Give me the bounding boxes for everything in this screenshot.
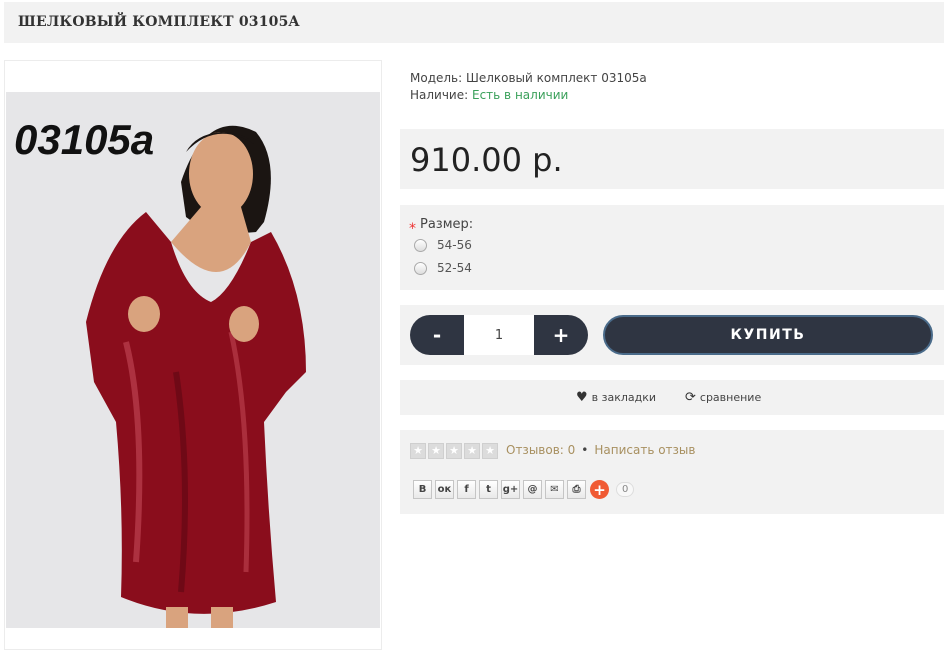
quantity-increase-button[interactable]: + <box>534 315 588 355</box>
model-value: Шелковый комплект 03105а <box>466 71 647 85</box>
star-icon: ★ <box>482 443 498 459</box>
add-share-icon[interactable]: + <box>590 480 609 499</box>
star-icon: ★ <box>410 443 426 459</box>
at-share-icon[interactable]: @ <box>523 480 542 499</box>
heart-icon: ♥ <box>576 390 588 405</box>
vk-share-icon[interactable]: B <box>413 480 432 499</box>
size-radio[interactable] <box>414 261 427 275</box>
wishlist-compare-panel: ♥ в закладки ⟳ сравнение <box>400 380 944 415</box>
size-option-label: 52-54 <box>437 261 472 275</box>
product-price: 910.00 р. <box>410 141 563 179</box>
twitter-share-icon[interactable]: t <box>479 480 498 499</box>
star-icon: ★ <box>446 443 462 459</box>
reviews-count-link[interactable]: Отзывов: 0 <box>506 443 575 457</box>
required-mark: * <box>409 221 416 237</box>
product-photo[interactable]: 03105a <box>6 92 380 628</box>
refresh-icon: ⟳ <box>685 390 696 405</box>
email-share-icon[interactable]: ✉ <box>545 480 564 499</box>
rating-stars: ★ ★ ★ ★ ★ <box>410 443 500 459</box>
stock-label: Наличие: <box>410 88 469 102</box>
size-option-label: 54-56 <box>437 238 472 252</box>
write-review-link[interactable]: Написать отзыв <box>594 443 695 457</box>
add-to-wishlist-link[interactable]: ♥ в закладки <box>576 390 656 405</box>
cart-panel: - + КУПИТЬ <box>400 305 944 365</box>
size-options: * Размер: 54-56 52-54 <box>400 205 944 290</box>
reviews-panel: ★ ★ ★ ★ ★ Отзывов: 0 • Написать отзыв B ок… <box>400 430 944 514</box>
wishlist-label: в закладки <box>591 391 657 404</box>
model-line: Модель: Шелковый комплект 03105а <box>410 71 647 85</box>
page-title: ШЕЛКОВЫЙ КОМПЛЕКТ 03105A <box>18 14 300 30</box>
odnoklassniki-share-icon[interactable]: ок <box>435 480 454 499</box>
add-to-compare-link[interactable]: ⟳ сравнение <box>685 390 761 405</box>
star-icon: ★ <box>428 443 444 459</box>
compare-label: сравнение <box>699 391 762 404</box>
stock-status: Есть в наличии <box>472 88 569 102</box>
stock-line: Наличие: Есть в наличии <box>410 88 568 102</box>
size-radio[interactable] <box>414 238 427 252</box>
share-count: 0 <box>616 482 635 497</box>
share-buttons: B ок f t g+ @ ✉ ⎙ + 0 <box>413 480 635 499</box>
size-option-52-54[interactable]: 52-54 <box>414 261 472 275</box>
model-label: Модель: <box>410 71 463 85</box>
price-panel: 910.00 р. <box>400 129 944 189</box>
quantity-input[interactable] <box>464 315 534 355</box>
facebook-share-icon[interactable]: f <box>457 480 476 499</box>
review-links: Отзывов: 0 • Написать отзыв <box>506 443 695 457</box>
product-info: Модель: Шелковый комплект 03105а Наличие… <box>400 61 944 115</box>
google-plus-share-icon[interactable]: g+ <box>501 480 520 499</box>
separator: • <box>581 443 589 457</box>
print-icon[interactable]: ⎙ <box>567 480 586 499</box>
page-title-bar: ШЕЛКОВЫЙ КОМПЛЕКТ 03105A <box>4 2 944 43</box>
quantity-decrease-button[interactable]: - <box>410 315 464 355</box>
buy-button[interactable]: КУПИТЬ <box>603 315 933 355</box>
model-in-red-robe-image <box>86 125 306 628</box>
star-icon: ★ <box>464 443 480 459</box>
size-label: Размер: <box>420 217 474 232</box>
size-option-54-56[interactable]: 54-56 <box>414 238 472 252</box>
